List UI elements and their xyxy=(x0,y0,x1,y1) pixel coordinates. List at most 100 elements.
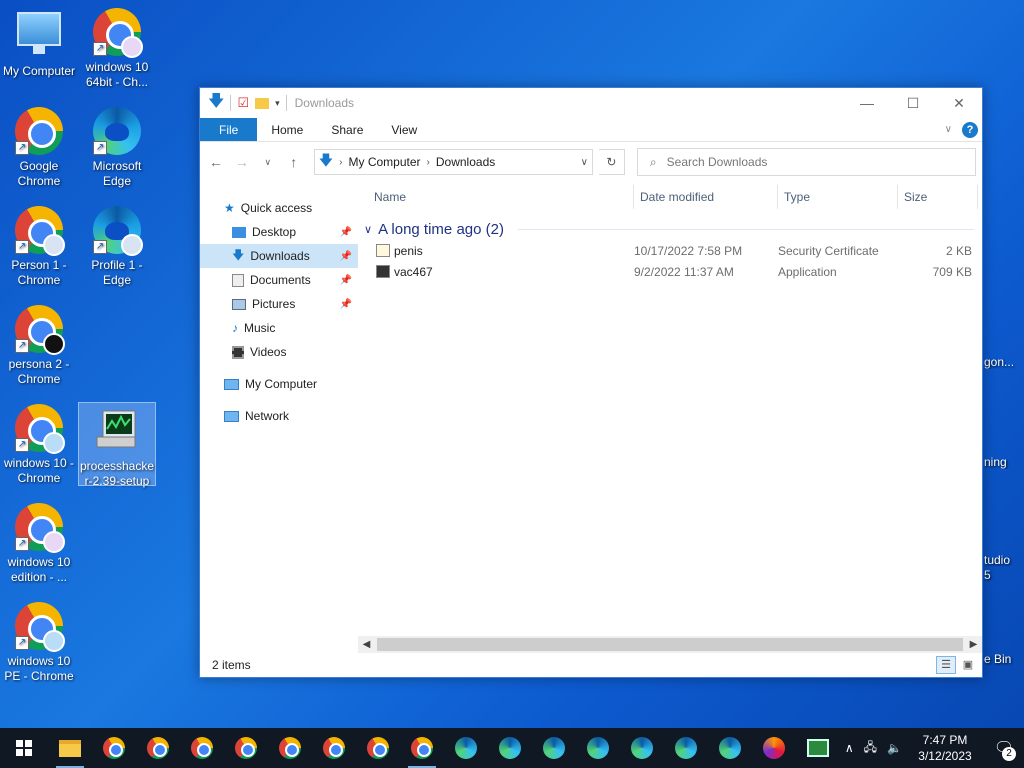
taskbar-firefox[interactable] xyxy=(752,728,796,768)
column-header-type[interactable]: Type xyxy=(778,185,898,209)
desktop-icon-label: persona 2 - Chrome xyxy=(8,357,70,386)
navigation-pane: ★ Quick access Desktop 📌 🡇 Downloads 📌 D… xyxy=(200,182,358,653)
desktop-icon-partial-right[interactable]: tudio xyxy=(984,553,1024,567)
taskbar-chrome[interactable] xyxy=(224,728,268,768)
edge-icon xyxy=(631,737,653,759)
column-header-size[interactable]: Size xyxy=(898,185,978,209)
large-icons-view-icon[interactable]: ▣ xyxy=(958,656,978,674)
nav-videos[interactable]: Videos xyxy=(200,340,358,364)
taskbar-chrome[interactable] xyxy=(180,728,224,768)
file-row[interactable]: vac467 9/2/2022 11:37 AM Application 709… xyxy=(358,261,982,282)
pin-icon[interactable]: 📌 xyxy=(340,251,352,262)
taskbar-edge[interactable] xyxy=(620,728,664,768)
network-icon[interactable]: 🖧 xyxy=(864,738,877,759)
taskbar-edge[interactable] xyxy=(488,728,532,768)
details-view-icon[interactable]: ☰ xyxy=(936,656,956,674)
desktop-icon-person1-chrome[interactable]: ↗ Person 1 - Chrome xyxy=(1,206,77,288)
refresh-button[interactable]: ↻ xyxy=(598,149,625,175)
windows-start-icon[interactable] xyxy=(0,728,48,768)
search-icon: ⌕ xyxy=(649,154,657,169)
desktop-icon-google-chrome[interactable]: ↗ Google Chrome xyxy=(1,107,77,189)
pin-icon[interactable]: 📌 xyxy=(340,227,352,238)
file-date: 10/17/2022 7:58 PM xyxy=(634,243,743,258)
taskbar-chrome[interactable] xyxy=(268,728,312,768)
close-button[interactable]: ✕ xyxy=(936,88,982,118)
address-bar[interactable]: 🡇 › My Computer › Downloads ∨ xyxy=(313,149,593,175)
nav-my-computer[interactable]: My Computer xyxy=(200,372,358,396)
nav-music[interactable]: ♪ Music xyxy=(200,316,358,340)
scroll-left-icon[interactable]: ◀ xyxy=(358,639,375,650)
desktop-icon-microsoft-edge[interactable]: ↗ Microsoft Edge xyxy=(79,107,155,189)
system-tray: ∧ 🖧 🔈 7:47 PM 3/12/2023 🗨 2 xyxy=(845,728,1024,768)
desktop-icon-partial-right[interactable]: ning xyxy=(984,455,1024,469)
nav-desktop[interactable]: Desktop 📌 xyxy=(200,220,358,244)
nav-downloads[interactable]: 🡇 Downloads 📌 xyxy=(200,244,358,268)
properties-icon[interactable]: ☑ xyxy=(237,95,249,111)
tab-home[interactable]: Home xyxy=(257,118,317,141)
chrome-icon xyxy=(367,737,389,759)
nav-quick-access[interactable]: ★ Quick access xyxy=(200,196,358,220)
taskbar-processhacker[interactable] xyxy=(796,728,840,768)
taskbar-chrome[interactable] xyxy=(312,728,356,768)
help-icon[interactable]: ? xyxy=(962,121,978,138)
desktop-icon-processhacker-setup[interactable]: processhacker-2.39-setup xyxy=(78,402,156,488)
expand-ribbon-icon[interactable]: ∨ xyxy=(945,124,952,135)
breadcrumb-my-computer[interactable]: My Computer xyxy=(349,155,421,169)
column-header-name[interactable]: Name xyxy=(374,185,634,209)
taskbar-edge[interactable] xyxy=(532,728,576,768)
desktop-icon-win10-pe-chrome[interactable]: ↗ windows 10 PE - Chrome xyxy=(1,602,77,684)
customize-qat-icon[interactable]: ▾ xyxy=(275,98,280,109)
nav-network[interactable]: Network xyxy=(200,404,358,428)
minimize-button[interactable]: — xyxy=(844,88,890,118)
taskbar-chrome[interactable] xyxy=(92,728,136,768)
star-icon: ★ xyxy=(224,201,235,215)
back-button[interactable]: ← xyxy=(206,154,226,170)
taskbar-edge[interactable] xyxy=(444,728,488,768)
desktop-icon-my-computer[interactable]: My Computer xyxy=(1,8,77,79)
nav-label: Music xyxy=(244,321,276,335)
taskbar-chrome[interactable] xyxy=(136,728,180,768)
forward-button[interactable]: → xyxy=(232,154,252,170)
desktop-icon-win10-chrome[interactable]: ↗ windows 10 - Chrome xyxy=(1,404,77,486)
breadcrumb-downloads[interactable]: Downloads xyxy=(436,155,495,169)
download-arrow-icon: 🡇 xyxy=(232,247,245,262)
desktop-icon-win10-edition-chrome[interactable]: ↗ windows 10 edition - ... xyxy=(1,503,77,585)
column-header-date[interactable]: Date modified xyxy=(634,185,778,209)
window-title: Downloads xyxy=(294,96,355,110)
desktop-icon-persona2-chrome[interactable]: ↗ persona 2 - Chrome xyxy=(1,305,77,387)
up-button[interactable]: ↑ xyxy=(284,154,304,170)
taskbar-edge[interactable] xyxy=(708,728,752,768)
taskbar-edge[interactable] xyxy=(576,728,620,768)
group-header[interactable]: ∨ A long time ago (2) xyxy=(358,218,982,240)
recent-locations-button[interactable]: ∨ xyxy=(258,157,278,168)
horizontal-scrollbar[interactable]: ◀ ▶ xyxy=(358,636,982,653)
tab-file[interactable]: File xyxy=(200,118,258,141)
desktop-icon-profile1-edge[interactable]: ↗ Profile 1 - Edge xyxy=(79,206,155,288)
taskbar-edge[interactable] xyxy=(664,728,708,768)
desktop-icon-chrome-win10-64bit[interactable]: ↗ windows 10 64bit - Ch... xyxy=(79,8,155,90)
notification-center-button[interactable]: 🗨 2 xyxy=(988,728,1020,768)
file-row[interactable]: penis 10/17/2022 7:58 PM Security Certif… xyxy=(358,240,982,261)
pin-icon[interactable]: 📌 xyxy=(340,275,352,286)
address-dropdown-icon[interactable]: ∨ xyxy=(581,157,588,168)
tab-view[interactable]: View xyxy=(377,118,431,141)
taskbar-chrome[interactable] xyxy=(400,728,444,768)
new-folder-icon[interactable] xyxy=(255,97,270,109)
clock[interactable]: 7:47 PM 3/12/2023 xyxy=(912,732,978,764)
desktop-icon-partial-right[interactable]: gon... xyxy=(984,355,1024,369)
scroll-right-icon[interactable]: ▶ xyxy=(965,639,982,650)
tab-share[interactable]: Share xyxy=(317,118,377,141)
pin-icon[interactable]: 📌 xyxy=(340,299,352,310)
volume-icon[interactable]: 🔈 xyxy=(887,741,902,755)
search-input[interactable]: ⌕ Search Downloads xyxy=(636,148,976,176)
scrollbar-thumb[interactable] xyxy=(377,638,963,651)
nav-documents[interactable]: Documents 📌 xyxy=(200,268,358,292)
desktop-icon-recycle-bin-partial[interactable]: e Bin xyxy=(984,652,1024,666)
chrome-icon xyxy=(103,737,125,759)
maximize-button[interactable]: ☐ xyxy=(890,88,936,118)
taskbar-file-explorer[interactable] xyxy=(48,728,92,768)
taskbar-chrome[interactable] xyxy=(356,728,400,768)
nav-pictures[interactable]: Pictures 📌 xyxy=(200,292,358,316)
chevron-up-icon[interactable]: ∧ xyxy=(845,741,854,755)
folder-icon xyxy=(59,739,81,757)
